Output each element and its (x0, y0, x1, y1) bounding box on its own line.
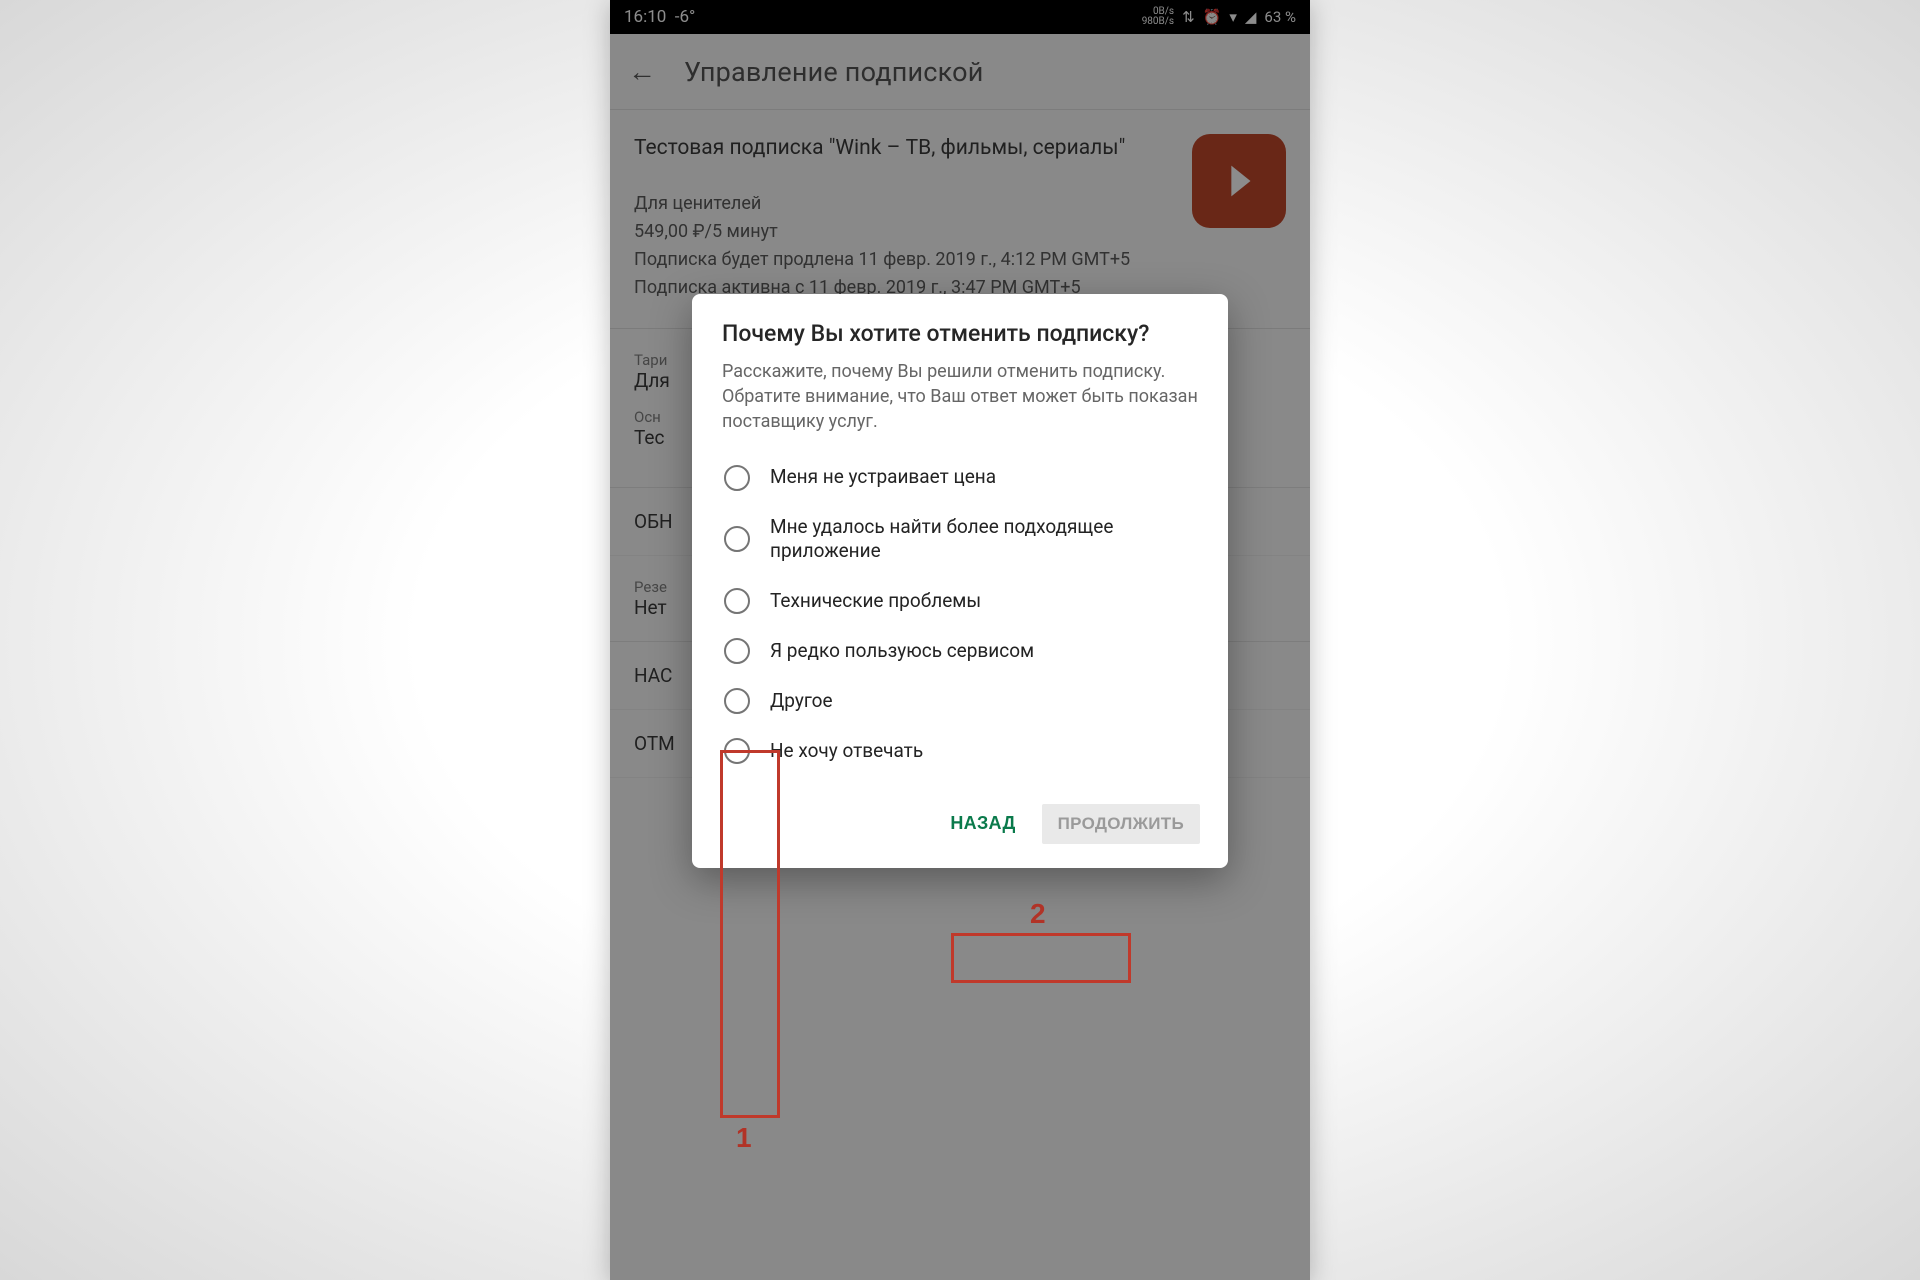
subscription-title: Тестовая подписка "Wink – ТВ, фильмы, се… (634, 136, 1286, 160)
subscription-meta: Для ценителей 549,00 ₽/5 минут Подписка … (634, 190, 1286, 302)
status-bar: 16:10 -6° 0B/s 980B/s ⇅ ⏰ ▾ ◢ 63 % (610, 0, 1310, 34)
dialog-title: Почему Вы хотите отменить подписку? (692, 320, 1228, 359)
radio-icon (724, 638, 750, 664)
back-arrow-icon[interactable]: ← (628, 55, 656, 88)
app-icon (1192, 134, 1286, 228)
radio-icon (724, 465, 750, 491)
option-rarely-use[interactable]: Я редко пользуюсь сервисом (692, 626, 1228, 676)
plan-price: 549,00 ₽/5 минут (634, 218, 1286, 246)
option-label: Технические проблемы (770, 589, 981, 614)
network-speed: 0B/s 980B/s (1142, 7, 1174, 27)
radio-icon (724, 526, 750, 552)
option-label: Я редко пользуюсь сервисом (770, 639, 1034, 664)
renew-date: Подписка будет продлена 11 февр. 2019 г.… (634, 246, 1286, 274)
temperature: -6° (675, 7, 696, 27)
radio-icon (724, 688, 750, 714)
battery-text: 63 % (1264, 8, 1296, 26)
option-label: Мне удалось найти более подходящее прило… (770, 515, 1198, 564)
back-button[interactable]: НАЗАД (950, 813, 1015, 834)
annotation-number-1: 1 (736, 1122, 752, 1154)
clock: 16:10 (624, 7, 666, 27)
option-label: Не хочу отвечать (770, 739, 923, 764)
dialog-description: Расскажите, почему Вы решили отменить по… (692, 359, 1228, 449)
signal-icon: ◢ (1245, 8, 1257, 26)
option-label: Меня не устраивает цена (770, 465, 996, 490)
updown-icon: ⇅ (1182, 8, 1195, 26)
status-left: 16:10 -6° (624, 7, 695, 27)
continue-button[interactable]: ПРОДОЛЖИТЬ (1042, 804, 1200, 844)
app-header: ← Управление подпиской (610, 34, 1310, 110)
radio-icon (724, 588, 750, 614)
radio-icon (724, 738, 750, 764)
cancel-reason-dialog: Почему Вы хотите отменить подписку? Расс… (692, 294, 1228, 868)
option-no-answer[interactable]: Не хочу отвечать (692, 726, 1228, 776)
phone-frame: 16:10 -6° 0B/s 980B/s ⇅ ⏰ ▾ ◢ 63 % ← Упр… (610, 0, 1310, 1280)
wifi-icon: ▾ (1229, 8, 1237, 26)
options-list: Меня не устраивает цена Мне удалось найт… (692, 449, 1228, 776)
chevron-right-icon (1216, 158, 1262, 204)
alarm-icon: ⏰ (1203, 8, 1222, 26)
annotation-number-2: 2 (1030, 898, 1046, 930)
plan-name: Для ценителей (634, 190, 1286, 218)
option-price[interactable]: Меня не устраивает цена (692, 453, 1228, 503)
option-label: Другое (770, 689, 833, 714)
option-other[interactable]: Другое (692, 676, 1228, 726)
annotation-box-2 (951, 933, 1131, 983)
status-right: 0B/s 980B/s ⇅ ⏰ ▾ ◢ 63 % (1142, 7, 1296, 27)
page-title: Управление подпиской (684, 56, 984, 88)
option-technical[interactable]: Технические проблемы (692, 576, 1228, 626)
option-better-app[interactable]: Мне удалось найти более подходящее прило… (692, 503, 1228, 576)
dialog-actions: НАЗАД ПРОДОЛЖИТЬ (692, 776, 1228, 846)
